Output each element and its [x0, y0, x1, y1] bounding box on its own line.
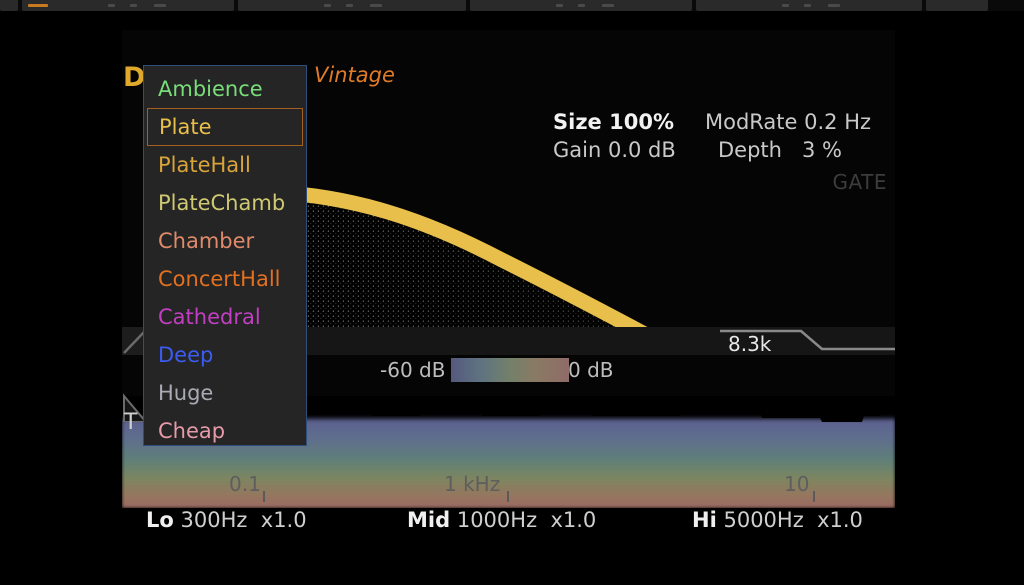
eq-band-hi-name: Hi [692, 508, 717, 532]
db-scale-max: 0 dB [568, 358, 614, 382]
menu-item-label: Cathedral [158, 305, 261, 329]
hf-cutoff-value[interactable]: 8.3k [728, 332, 771, 356]
menu-item-label: Plate [159, 115, 212, 139]
menu-item-label: Chamber [158, 229, 255, 253]
freq-tick-2 [507, 491, 509, 502]
reverb-algorithm-menu[interactable]: Ambience Plate PlateHall PlateChamb Chamber C… [143, 65, 307, 446]
eq-band-mid[interactable]: Mid 1000Hz x1.0 [407, 508, 596, 532]
menu-item-chamber[interactable]: Chamber [144, 222, 306, 260]
eq-band-hi-gain: x1.0 [817, 508, 863, 532]
menu-item-platechamb[interactable]: PlateChamb [144, 184, 306, 222]
freq-tick-1 [263, 491, 265, 502]
db-scale-min: -60 dB [380, 358, 446, 382]
menu-item-huge[interactable]: Huge [144, 374, 306, 412]
freq-tick-3 [813, 491, 815, 502]
spectrogram-threshold-label: T [124, 410, 138, 435]
eq-band-mid-freq: 1000Hz [456, 508, 538, 532]
eq-band-mid-gain: x1.0 [550, 508, 597, 532]
eq-band-lo[interactable]: Lo 300Hz x1.0 [146, 508, 307, 532]
param-modrate[interactable]: ModRate 0.2 Hz [705, 110, 871, 134]
menu-item-deep[interactable]: Deep [144, 336, 306, 374]
menu-item-label: PlateHall [158, 153, 251, 177]
freq-label-3: 10 [784, 472, 810, 496]
menu-item-platehall[interactable]: PlateHall [144, 146, 306, 184]
eq-band-hi[interactable]: Hi 5000Hz x1.0 [692, 508, 863, 532]
algorithm-label: Vintage [314, 63, 395, 87]
menu-item-label: Huge [158, 381, 214, 405]
eq-band-mid-name: Mid [407, 508, 451, 532]
menu-item-plate[interactable]: Plate [147, 108, 303, 146]
eq-band-lo-gain: x1.0 [260, 508, 307, 532]
menu-item-ambience[interactable]: Ambience [144, 70, 306, 108]
menu-item-label: Deep [158, 343, 214, 367]
freq-label-2: 1 kHz [444, 472, 501, 496]
db-color-ramp [451, 358, 569, 382]
param-modrate-value: 0.2 Hz [804, 110, 872, 134]
eq-band-hi-freq: 5000Hz [723, 508, 804, 532]
menu-item-label: PlateChamb [158, 191, 286, 215]
eq-band-lo-freq: 300Hz [180, 508, 248, 532]
menu-item-label: Cheap [158, 419, 226, 443]
plugin-window: D Vintage Size 100% Gain 0.0 dB ModRate … [0, 0, 1024, 585]
menu-item-cheap[interactable]: Cheap [144, 412, 306, 450]
top-toolbar-strip [0, 0, 1024, 11]
param-size-value: 100% [609, 110, 674, 134]
param-modrate-label: ModRate [705, 110, 798, 134]
eq-band-lo-name: Lo [146, 508, 174, 532]
menu-item-concerthall[interactable]: ConcertHall [144, 260, 306, 298]
menu-item-label: Ambience [158, 77, 263, 101]
param-size[interactable]: Size 100% [553, 110, 674, 134]
param-size-label: Size [553, 110, 602, 134]
freq-label-1: 0.1 [229, 472, 261, 496]
menu-item-cathedral[interactable]: Cathedral [144, 298, 306, 336]
eq-band-readouts: Lo 300Hz x1.0 Mid 1000Hz x1.0 Hi 5000Hz … [122, 508, 895, 542]
menu-item-label: ConcertHall [158, 267, 281, 291]
